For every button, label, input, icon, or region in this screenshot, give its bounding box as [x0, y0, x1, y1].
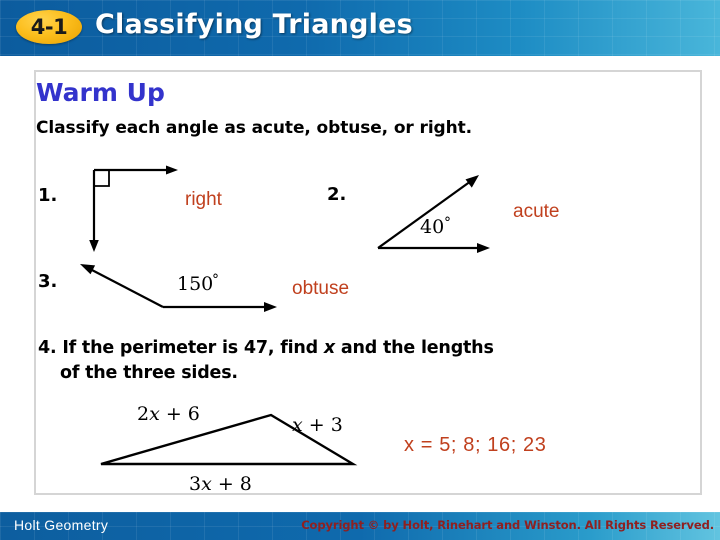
footer-brand-label: Holt Geometry — [14, 517, 109, 533]
problem-4-variable: x — [323, 338, 335, 358]
obtuse-angle-figure: 150 ° — [70, 260, 285, 325]
problem-2-number: 2. — [327, 184, 347, 205]
problem-2-answer: acute — [513, 201, 560, 222]
acute-angle-figure: 40 ° — [370, 170, 520, 265]
angle-measure-40: 40 — [420, 216, 444, 238]
problem-3-answer: obtuse — [292, 278, 350, 299]
triangle-side-label-bottom: 3x + 8 — [189, 473, 252, 495]
triangle-side-label-top-left: 2x + 6 — [137, 403, 200, 425]
instruction-text: Classify each angle as acute, obtuse, or… — [36, 118, 472, 138]
slide-footer: Holt Geometry Copyright © by Holt, Rineh… — [0, 512, 720, 540]
page-title: Classifying Triangles — [95, 9, 413, 40]
lesson-number-label: 4-1 — [30, 15, 68, 39]
warm-up-heading: Warm Up — [36, 78, 165, 107]
angle-measure-150: 150 — [177, 273, 213, 295]
footer-copyright-label: Copyright © by Holt, Rinehart and Winsto… — [301, 518, 714, 532]
triangle-figure: 2x + 6 x + 3 3x + 8 — [85, 398, 385, 503]
problem-4-answer: x = 5; 8; 16; 23 — [404, 434, 547, 456]
problem-1-number: 1. — [38, 185, 58, 206]
problem-4-line1-before: 4. If the perimeter is 47, find — [38, 338, 324, 358]
degree-symbol-icon: ° — [444, 215, 451, 231]
degree-symbol-icon: ° — [212, 272, 219, 288]
slide-header: 4-1 Classifying Triangles — [0, 0, 720, 56]
right-angle-figure — [70, 160, 180, 260]
problem-1-answer: right — [185, 189, 222, 210]
triangle-side-label-top-right: x + 3 — [292, 414, 343, 436]
lesson-number-badge: 4-1 — [16, 10, 82, 44]
problem-4-text: 4. If the perimeter is 47, find x and th… — [38, 336, 688, 387]
problem-4-line1-after: and the lengths — [335, 338, 494, 358]
problem-4-line2: of the three sides. — [60, 363, 238, 384]
problem-3-number: 3. — [38, 271, 58, 292]
